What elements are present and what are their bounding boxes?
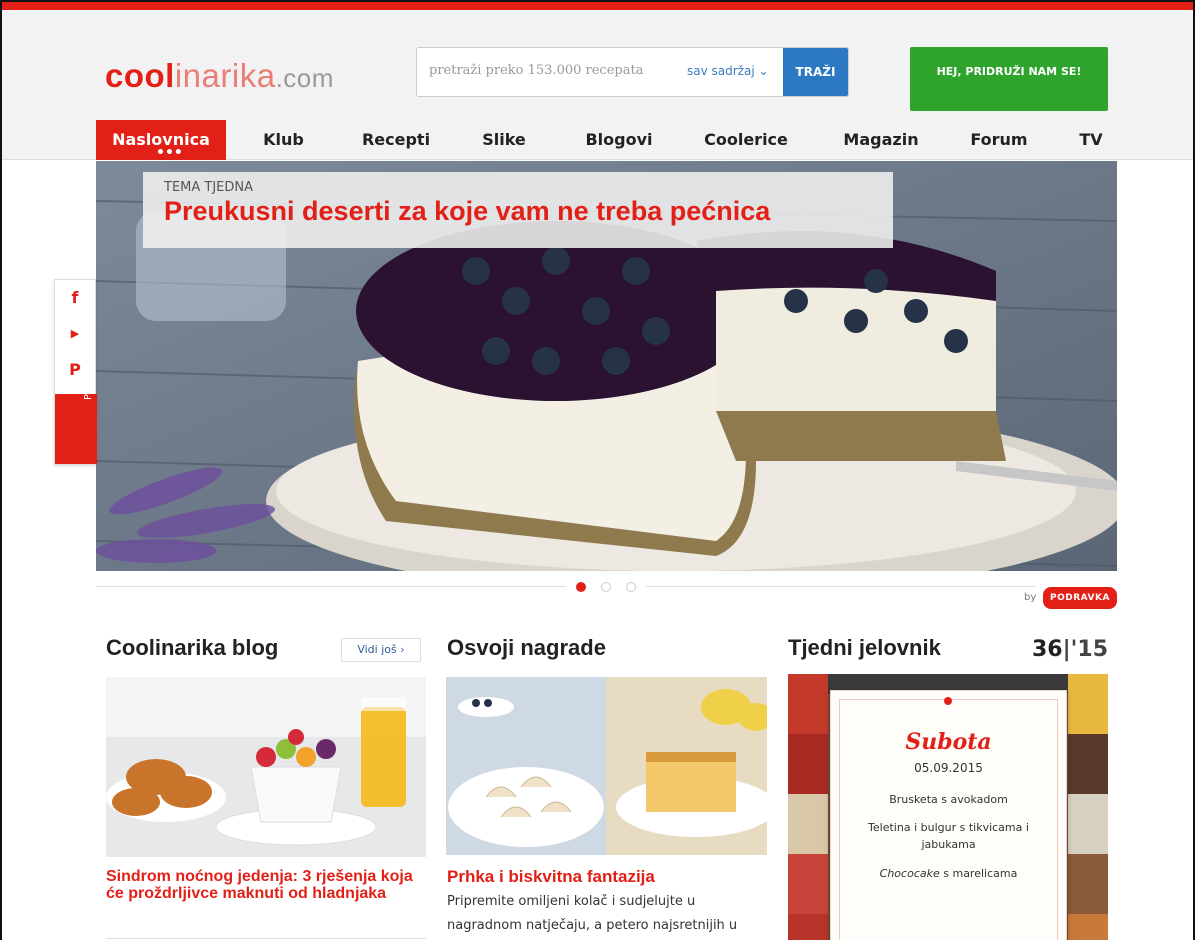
search-input[interactable]: pretraži preko 153.000 recepata [429,63,643,78]
join-button[interactable]: HEJ, PRIDRUŽI NAM SE! [910,47,1108,111]
carousel-rule-right [646,586,1036,587]
logo-part-com: .com [275,63,334,93]
sponsor-logo[interactable]: PODRAVKA [1043,587,1117,609]
prize-post-text-2: nagradnom natječaju, a petero najsretnij… [447,918,738,933]
browser-frame: coolinarika.com pretraži preko 153.000 r… [0,0,1195,940]
chevron-right-icon: › [400,643,405,656]
follow-us-label: Pratite nas na [83,330,94,400]
follow-us-tab: Pratite nas na [55,331,97,464]
site-logo[interactable]: coolinarika.com [105,57,334,95]
logo-part-inarika: inarika [174,57,276,94]
carousel-indicators [96,580,1117,594]
carousel-dot-2[interactable] [601,582,611,592]
week-label: 36 [1032,637,1063,662]
nav-item-coolerice[interactable]: Coolerice [686,120,806,160]
breakfast-illustration [106,677,426,857]
prize-post-text-1: Pripremite omiljeni kolač i sudjelujte u [447,894,696,909]
search-scope-select[interactable]: sav sadržaj ⌄ [687,64,769,78]
social-follow-bar: f ▶ P Pratite nas na [54,279,97,465]
nav-item-naslovnica[interactable]: Naslovnica ••• [96,120,226,160]
prize-post-image[interactable] [446,677,767,855]
menu-dish-3-rest: s marelicama [939,867,1018,880]
search-scope-label: sav sadržaj [687,64,755,78]
carousel-dot-1[interactable] [576,582,586,592]
nav-item-forum[interactable]: Forum [954,120,1044,160]
theme-label: TEMA TJEDNA [164,180,254,195]
blog-divider [106,938,426,939]
nav-item-blogovi[interactable]: Blogovi [564,120,674,160]
theme-of-week-box[interactable]: TEMA TJEDNA Preukusni deserti za koje va… [143,172,893,248]
nav-item-tv[interactable]: TV [1066,120,1116,160]
more-dots-icon: ••• [156,145,183,161]
search-button[interactable]: TRAŽI [783,48,848,96]
blog-post-image[interactable] [106,677,426,857]
main-nav: Naslovnica ••• Klub Recepti Slike Blogovi… [96,120,1116,160]
nav-item-recepti[interactable]: Recepti [346,120,446,160]
carousel-rule-left [96,586,566,587]
nav-item-slike[interactable]: Slike [464,120,544,160]
menu-dish-3[interactable]: Chococake s marelicama [841,865,1056,882]
carousel-dot-3[interactable] [626,582,636,592]
weekly-menu-heading[interactable]: Tjedni jelovnik [788,635,941,661]
nav-item-klub[interactable]: Klub [246,120,321,160]
prizes-heading[interactable]: Osvoji nagrade [447,635,606,661]
prize-post-title[interactable]: Prhka i biskvitna fantazija [447,868,767,885]
chevron-down-icon: ⌄ [758,64,769,78]
see-more-label: Vidi još [357,643,397,656]
menu-dish-3-italic: Chococake [879,867,940,880]
theme-title[interactable]: Preukusni deserti za koje vam ne treba p… [164,196,770,227]
search-box: pretraži preko 153.000 recepata sav sadr… [416,47,849,97]
facebook-icon[interactable]: f [55,280,95,316]
menu-dish-2[interactable]: Teletina i bulgur s tikvicama i jabukama [861,819,1036,853]
menu-dish-1[interactable]: Brusketa s avokadom [841,791,1056,808]
pastry-illustration [446,677,767,855]
menu-day: Subota [905,729,992,755]
blog-post-title[interactable]: Sindrom noćnog jedenja: 3 rješenja koja … [106,868,431,902]
year-label: |'15 [1062,637,1109,662]
daily-menu-card[interactable]: Subota 05.09.2015 Brusketa s avokadom Te… [830,690,1067,940]
nav-item-magazin[interactable]: Magazin [826,120,936,160]
sponsor-by-label: by [1024,592,1037,603]
top-accent-bar [2,2,1193,10]
see-more-button[interactable]: Vidi još › [341,638,421,662]
pin-icon [944,697,952,705]
logo-part-cool: cool [105,57,175,94]
blog-heading[interactable]: Coolinarika blog [106,635,278,661]
menu-date: 05.09.2015 [914,761,983,775]
week-number: 36|'15 [1032,637,1108,662]
